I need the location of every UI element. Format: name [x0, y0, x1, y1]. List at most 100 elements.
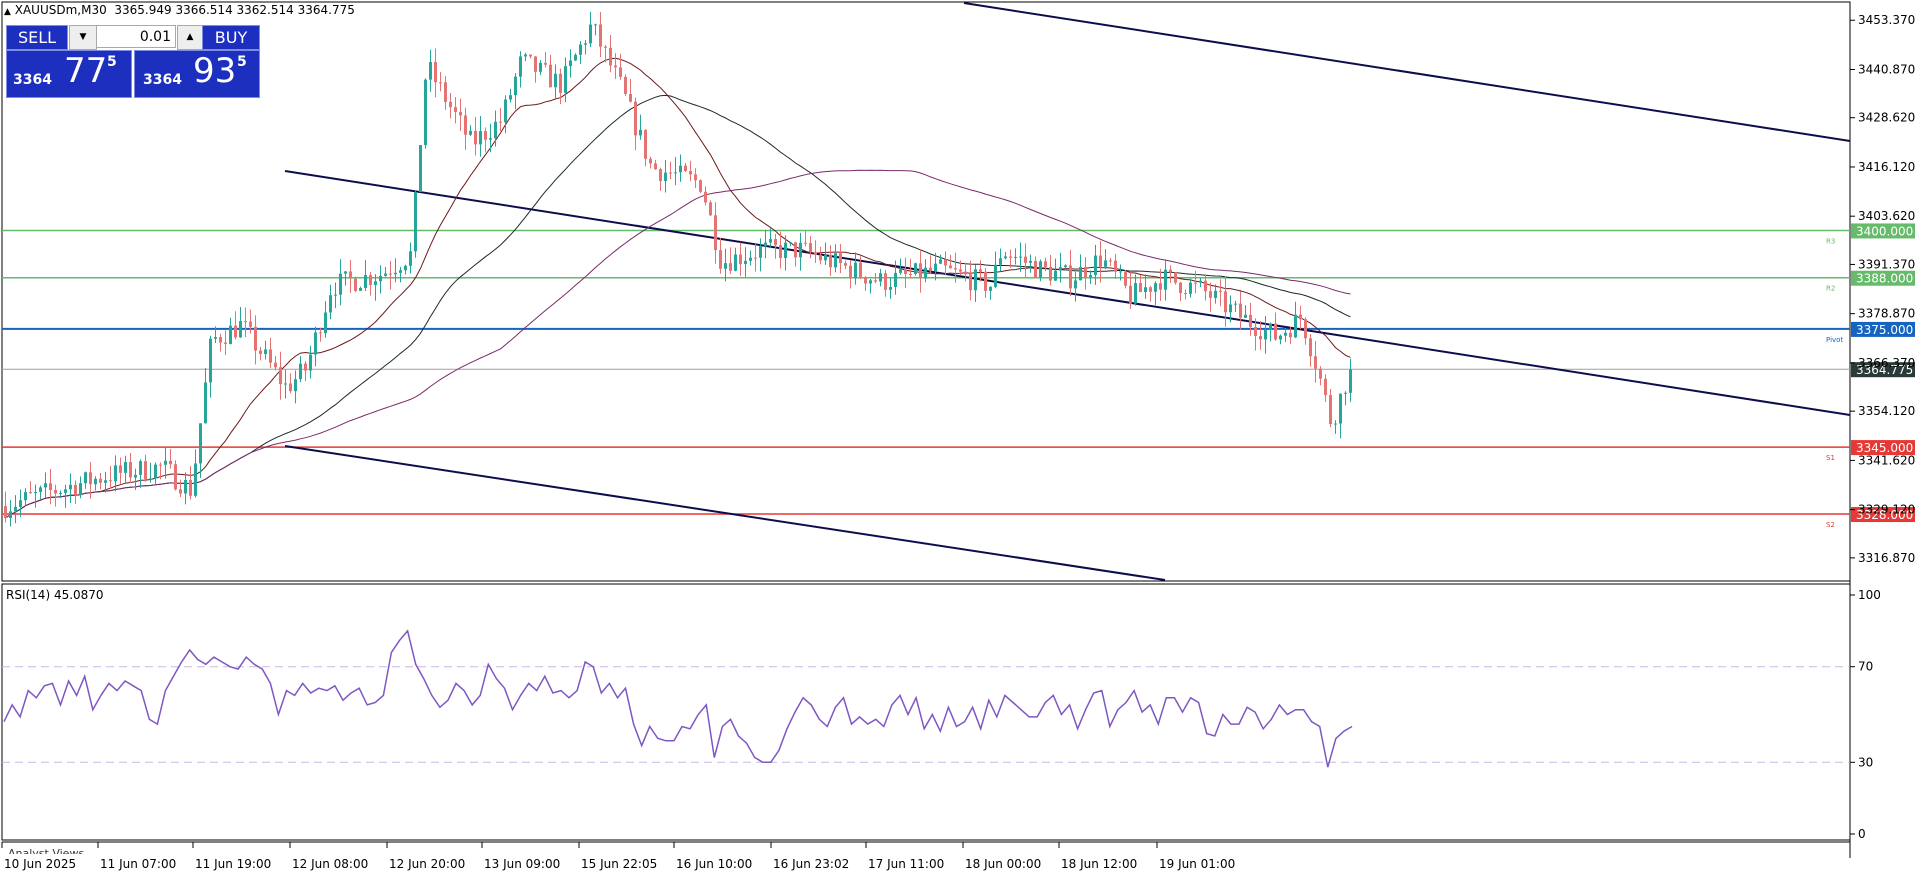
candle-body	[179, 489, 182, 494]
analyst-views-tab[interactable]: Analyst Views	[8, 844, 84, 854]
candle-body	[1159, 283, 1162, 290]
candle-body	[559, 73, 562, 93]
candle-body	[524, 54, 527, 57]
buy-price-prefix: 3364	[143, 72, 182, 88]
price-tick-label: 3378.870	[1858, 307, 1915, 321]
candle-body	[1209, 291, 1212, 298]
candle-body	[1169, 269, 1172, 273]
candle-body	[99, 478, 102, 483]
candle-body	[39, 487, 42, 492]
candle-body	[239, 321, 242, 338]
candle-body	[244, 321, 247, 323]
candle-body	[899, 269, 902, 273]
candle-body	[614, 65, 617, 68]
candle-body	[369, 275, 372, 286]
candle-body	[439, 82, 442, 84]
candle-body	[129, 462, 132, 478]
candle-body	[459, 111, 462, 116]
candle-body	[669, 172, 672, 174]
candle-body	[134, 474, 137, 478]
buy-price-button[interactable]: 3364 93 5	[134, 50, 260, 98]
time-tick-label: 16 Jun 23:02	[773, 857, 849, 871]
candle-body	[889, 286, 892, 290]
candle-body	[1149, 287, 1152, 292]
candle-body	[664, 172, 667, 182]
price-pane[interactable]	[1, 1, 1851, 582]
candle-body	[24, 492, 27, 501]
candle-body	[584, 43, 587, 45]
candle-body	[1019, 256, 1022, 258]
candle-body	[724, 263, 727, 269]
candle-body	[799, 242, 802, 258]
candle-body	[89, 472, 92, 485]
candle-body	[1344, 392, 1347, 394]
candle-body	[1099, 255, 1102, 267]
time-tick-label: 11 Jun 07:00	[100, 857, 176, 871]
candle-body	[534, 56, 537, 72]
candle-body	[769, 239, 772, 243]
level-price-label: 3400.000	[1856, 224, 1913, 238]
sell-button[interactable]: SELL	[6, 25, 68, 50]
candle-body	[149, 478, 152, 480]
candle-body	[1119, 271, 1122, 273]
candle-body	[234, 325, 237, 338]
lot-size-input[interactable]: 0.01	[96, 25, 176, 48]
lot-decrease-button[interactable]: ▼	[69, 25, 97, 50]
candle-body	[839, 253, 842, 264]
lot-increase-button[interactable]: ▲	[177, 25, 203, 50]
triangle-up-icon[interactable]: ▲	[4, 7, 11, 17]
time-tick-label: 18 Jun 12:00	[1061, 857, 1137, 871]
arrow-up-icon: ▲	[186, 32, 194, 42]
candle-body	[609, 47, 612, 66]
candle-body	[599, 24, 602, 47]
candle-body	[794, 242, 797, 258]
candle-body	[29, 492, 32, 494]
candle-body	[564, 66, 567, 93]
candle-body	[354, 278, 357, 291]
candle-body	[1309, 338, 1312, 357]
candle-body	[489, 138, 492, 140]
time-tick-label: 16 Jun 10:00	[676, 857, 752, 871]
candle-body	[529, 54, 532, 57]
candle-body	[1274, 323, 1277, 340]
candle-body	[1284, 332, 1287, 336]
candle-body	[979, 269, 982, 272]
candle-body	[734, 254, 737, 271]
candle-body	[449, 101, 452, 108]
time-tick-label: 12 Jun 08:00	[292, 857, 368, 871]
candle-body	[1294, 314, 1297, 338]
candle-body	[169, 460, 172, 465]
buy-button[interactable]: BUY	[202, 25, 260, 50]
sell-price-button[interactable]: 3364 77 5	[6, 50, 132, 98]
chart-window: R3 3400.000 R2 3388.000 Pivot 3375.000 S1 3345.…	[0, 0, 1916, 874]
candle-body	[1079, 266, 1082, 281]
candle-body	[689, 170, 692, 175]
candle-body	[919, 263, 922, 279]
candle-body	[1239, 303, 1242, 318]
candle-body	[84, 472, 87, 484]
candle-body	[1089, 274, 1092, 278]
price-tick-label: 3341.620	[1858, 453, 1915, 467]
candle-body	[779, 245, 782, 259]
candle-body	[1129, 285, 1132, 304]
candle-body	[879, 273, 882, 282]
candle-body	[719, 250, 722, 269]
candle-body	[104, 480, 107, 483]
candle-body	[109, 480, 112, 482]
candle-body	[1024, 256, 1027, 263]
candle-body	[374, 281, 377, 286]
candle-body	[399, 270, 402, 273]
candle-body	[759, 246, 762, 258]
candle-body	[289, 383, 292, 392]
candle-body	[1229, 304, 1232, 313]
candle-body	[419, 145, 422, 192]
candle-body	[654, 163, 657, 170]
candle-body	[319, 332, 322, 334]
price-chart[interactable]: R33400.000R23388.000Pivot3375.000S13345.…	[0, 0, 1916, 874]
candle-body	[209, 338, 212, 383]
candle-body	[999, 258, 1002, 265]
candle-body	[1094, 255, 1097, 275]
candle-body	[1264, 329, 1267, 340]
candle-body	[894, 272, 897, 287]
arrow-down-icon: ▼	[79, 32, 87, 42]
